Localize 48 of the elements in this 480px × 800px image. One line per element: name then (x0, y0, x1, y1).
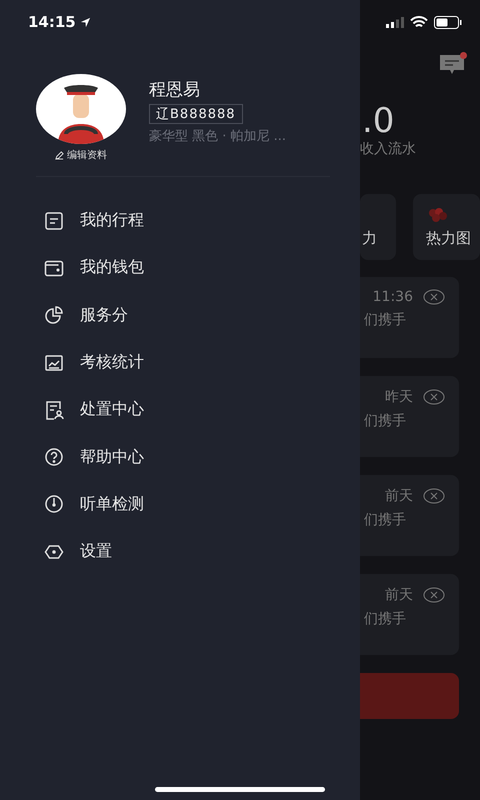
battery-icon (434, 16, 462, 28)
notification-time: 昨天 (385, 388, 413, 406)
message-icon[interactable] (438, 54, 466, 76)
note-icon (44, 210, 64, 231)
location-arrow-icon (80, 16, 91, 28)
line-chart-icon (44, 352, 64, 373)
notification-card[interactable]: 11:36 们携手 (360, 277, 459, 358)
menu-item[interactable]: 服务分 (44, 292, 360, 339)
menu-item[interactable]: 我的行程 (44, 197, 360, 244)
menu-item[interactable]: 处置中心 (44, 386, 360, 434)
shortcut-label: 热力图 (425, 229, 472, 248)
shortcut-card[interactable]: 力 (360, 194, 396, 260)
notification-time: 前天 (385, 586, 413, 604)
shortcut-label: 力 (361, 229, 377, 248)
pie-chart-icon (44, 305, 64, 326)
notification-text: 们携手 (363, 610, 407, 628)
clock-icon (44, 494, 64, 514)
car-description: 豪华型 黑色 · 帕加尼 ... (149, 128, 286, 145)
close-icon[interactable] (423, 389, 445, 405)
notification-text: 们携手 (363, 311, 407, 329)
driver-name: 程恩易 (149, 79, 200, 101)
notification-card[interactable]: 前天 们携手 (360, 475, 459, 556)
document-person-icon (44, 400, 64, 420)
income-amount: .0 (361, 102, 396, 140)
menu-item[interactable]: 考核统计 (44, 338, 360, 386)
close-icon[interactable] (423, 488, 445, 504)
license-plate: 辽B888888 (149, 104, 243, 124)
notification-text: 们携手 (363, 412, 407, 430)
pencil-icon (55, 150, 64, 160)
status-time: 14:15 (28, 13, 76, 31)
menu-item[interactable]: 听单检测 (44, 480, 360, 528)
notification-text: 们携手 (363, 511, 407, 529)
income-label: 收入流水 (360, 140, 417, 158)
close-icon[interactable] (423, 289, 445, 305)
notification-time: 11:36 (372, 289, 413, 305)
menu-item[interactable]: 我的钱包 (44, 244, 360, 292)
close-icon[interactable] (423, 587, 445, 603)
heatmap-icon (427, 207, 450, 223)
notification-card[interactable]: 前天 们携手 (360, 574, 459, 655)
menu-item[interactable]: 设置 (44, 528, 360, 576)
notification-time: 前天 (385, 487, 413, 505)
menu-item[interactable]: 帮助中心 (44, 433, 360, 481)
help-icon (44, 447, 64, 468)
shortcut-card[interactable]: 热力图 (413, 194, 480, 260)
notification-card[interactable]: 昨天 们携手 (360, 376, 459, 457)
wifi-icon (410, 16, 428, 28)
edit-profile-button[interactable]: 编辑资料 (55, 148, 107, 162)
signal-icon (386, 16, 404, 28)
